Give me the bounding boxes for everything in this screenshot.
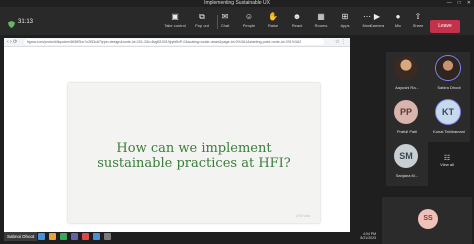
participant-photo-avatar [394,56,418,80]
slide-heading-line-1: How can we implement [116,141,272,156]
taskbar-app-icon[interactable] [38,233,45,240]
browser-toolbar: ‹ › ⟳ figma.com/proto/d4kyodmn5t0l8Shc?c… [4,38,350,47]
take-control-button[interactable]: ▣ Take control [160,11,190,33]
meeting-timer: 31:13 [18,19,34,25]
back-icon[interactable]: ‹ › ⟳ [7,38,17,46]
participant-tile[interactable]: Sabira Dhoot [428,52,470,98]
participant-name: Prafull Patil [396,129,418,134]
participant-photo-avatar [436,56,460,80]
tray-date: 8/21/2023 [360,236,376,240]
participant-tile[interactable]: SM Sanjana M... [386,140,428,186]
meeting-toolbar: 31:13 ▣ Take control ⧉ Pop out ✉ Chat ☺ … [0,7,474,35]
take-control-icon: ▣ [171,12,179,21]
taskbar-app-icon[interactable] [104,233,111,240]
address-bar[interactable]: figma.com/proto/d4kyodmn5t0l8Shc?c2f53c6… [24,39,324,45]
self-initials-avatar: SS [418,209,438,229]
slide-heading: How can we implement sustainable practic… [68,141,320,171]
participant-tile[interactable]: PP Prafull Patil [386,96,428,142]
take-control-label: Take control [164,23,186,28]
taskbar-app-icon[interactable] [49,233,56,240]
view-all-button[interactable]: ☷ View all [436,154,458,167]
figma-canvas: How can we implement sustainable practic… [4,47,350,232]
taskbar-app-icon[interactable] [71,233,78,240]
minimize-button[interactable]: — [447,0,452,7]
participant-tile[interactable]: KT Kunal Tahilramani [428,96,470,142]
people-group-icon: ☷ [443,155,451,162]
participant-initials-avatar: KT [436,100,460,124]
participant-tile[interactable]: Aayushi Ra... [386,52,428,98]
window-titlebar: Implementing Sustainable UX — □ ✕ [0,0,474,7]
participant-initials-avatar: PP [394,100,418,124]
slide-watermark: UXIndia [295,213,310,218]
presenter-name-tag: Sabnoi Dhoot [4,232,38,241]
browser-menu-icon[interactable]: ☆ ⋮ [335,38,346,46]
close-window-button[interactable]: ✕ [467,0,471,7]
share-label: Share [412,23,424,28]
system-tray-clock: 4:04 PM 8/21/2023 [330,232,376,240]
taskbar-app-icon[interactable] [82,233,89,240]
share-icon: ⇧ [414,12,422,21]
leave-button[interactable]: Leave [430,20,460,33]
view-all-label: View all [440,162,454,167]
presentation-slide: How can we implement sustainable practic… [68,83,320,223]
taskbar [38,233,111,241]
share-button[interactable]: ⇧ Share [403,11,433,33]
participant-name: Sanjana M... [395,173,419,178]
shield-icon [8,21,15,28]
window-controls: — □ ✕ [447,0,471,7]
participant-name: Sabira Dhoot [437,85,461,90]
slide-heading-line-2: sustainable practices at HFI? [97,156,291,171]
self-view-tile[interactable]: SS [382,197,472,244]
taskbar-app-icon[interactable] [60,233,67,240]
maximize-button[interactable]: □ [458,0,461,7]
window-title: Implementing Sustainable UX [204,0,270,6]
participant-name: Aayushi Ra... [395,85,419,90]
participant-name: Kunal Tahilramani [433,129,465,134]
shared-screen: ‹ › ⟳ figma.com/proto/d4kyodmn5t0l8Shc?c… [4,38,350,232]
participant-initials-avatar: SM [394,144,418,168]
taskbar-app-icon[interactable] [93,233,100,240]
